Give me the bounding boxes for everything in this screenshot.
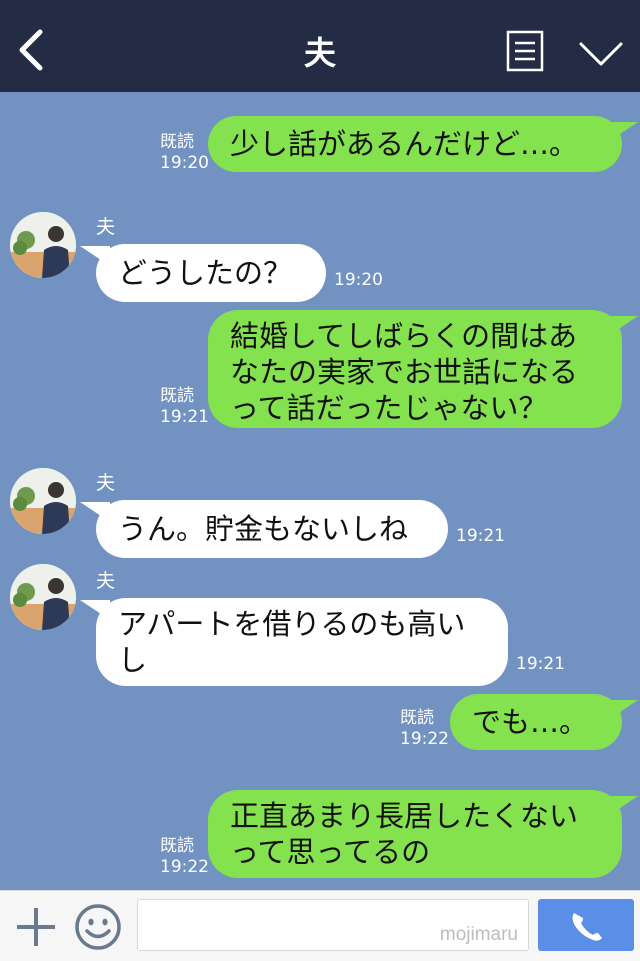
sender-name: 夫	[96, 570, 116, 592]
bubble-tail	[608, 700, 638, 720]
message-line: 正直あまり長居したくない	[230, 799, 579, 833]
message-text: うん。貯金もないしね	[118, 512, 409, 546]
phone-icon	[572, 913, 602, 941]
message-line: し	[118, 643, 148, 677]
avatar[interactable]	[10, 212, 76, 278]
plus-icon[interactable]	[14, 905, 58, 949]
chat-header: 夫	[0, 0, 640, 92]
sender-name: 夫	[96, 216, 116, 238]
message-text: 少し話があるんだけど…。	[230, 127, 579, 161]
input-bar: mojimaru	[0, 890, 640, 961]
watermark: mojimaru	[439, 924, 518, 945]
message-time: 19:20	[334, 270, 383, 290]
message-line: 結婚してしばらくの間はあ	[230, 319, 578, 353]
avatar[interactable]	[10, 564, 76, 630]
my-message-bubble[interactable]: 結婚してしばらくの間はあ なたの実家でお世話になる って話だったじゃない？	[208, 310, 622, 428]
menu-list-icon[interactable]	[506, 30, 544, 72]
message-time: 19:22	[400, 729, 449, 749]
message-time: 19:20	[160, 153, 209, 173]
message-time: 19:21	[456, 526, 505, 546]
bubble-tail	[608, 122, 638, 142]
read-receipt: 既読	[400, 708, 434, 728]
message-time: 19:21	[160, 407, 209, 427]
chevron-down-icon[interactable]	[578, 40, 624, 68]
message-meta: 既読 19:22	[160, 836, 209, 878]
message-time: 19:21	[516, 654, 565, 674]
avatar[interactable]	[10, 468, 76, 534]
emoji-icon[interactable]	[74, 903, 122, 951]
bubble-tail	[608, 796, 638, 816]
message-line: って思ってるの	[230, 835, 431, 869]
call-button[interactable]	[538, 899, 634, 951]
message-meta: 既読 19:21	[160, 386, 209, 428]
message-line: なたの実家でお世話になる	[230, 355, 579, 389]
my-message-bubble[interactable]: 正直あまり長居したくない って思ってるの	[208, 790, 622, 878]
read-receipt: 既読	[160, 132, 194, 152]
message-text: どうしたの？	[118, 256, 293, 290]
their-message-bubble[interactable]: うん。貯金もないしね	[96, 500, 448, 558]
message-line: って話だったじゃない？	[230, 391, 548, 425]
sender-name: 夫	[96, 472, 116, 494]
their-message-bubble[interactable]: どうしたの？	[96, 244, 326, 302]
their-message-bubble[interactable]: アパートを借りるのも高い し	[96, 598, 508, 686]
bubble-tail	[608, 316, 638, 336]
message-time: 19:22	[160, 857, 209, 877]
message-meta: 既読 19:20	[160, 132, 209, 174]
message-line: アパートを借りるのも高い	[118, 607, 466, 641]
chat-title: 夫	[303, 34, 336, 72]
message-text: でも…。	[472, 705, 589, 739]
message-meta: 既読 19:22	[400, 708, 449, 750]
read-receipt: 既読	[160, 386, 194, 406]
my-message-bubble[interactable]: 少し話があるんだけど…。	[208, 116, 622, 172]
read-receipt: 既読	[160, 836, 194, 856]
my-message-bubble[interactable]: でも…。	[450, 694, 622, 750]
message-input[interactable]: mojimaru	[137, 899, 529, 951]
chat-area[interactable]: 既読 19:20 少し話があるんだけど…。 夫 どうしたの？ 19:20 既読 …	[0, 92, 640, 890]
